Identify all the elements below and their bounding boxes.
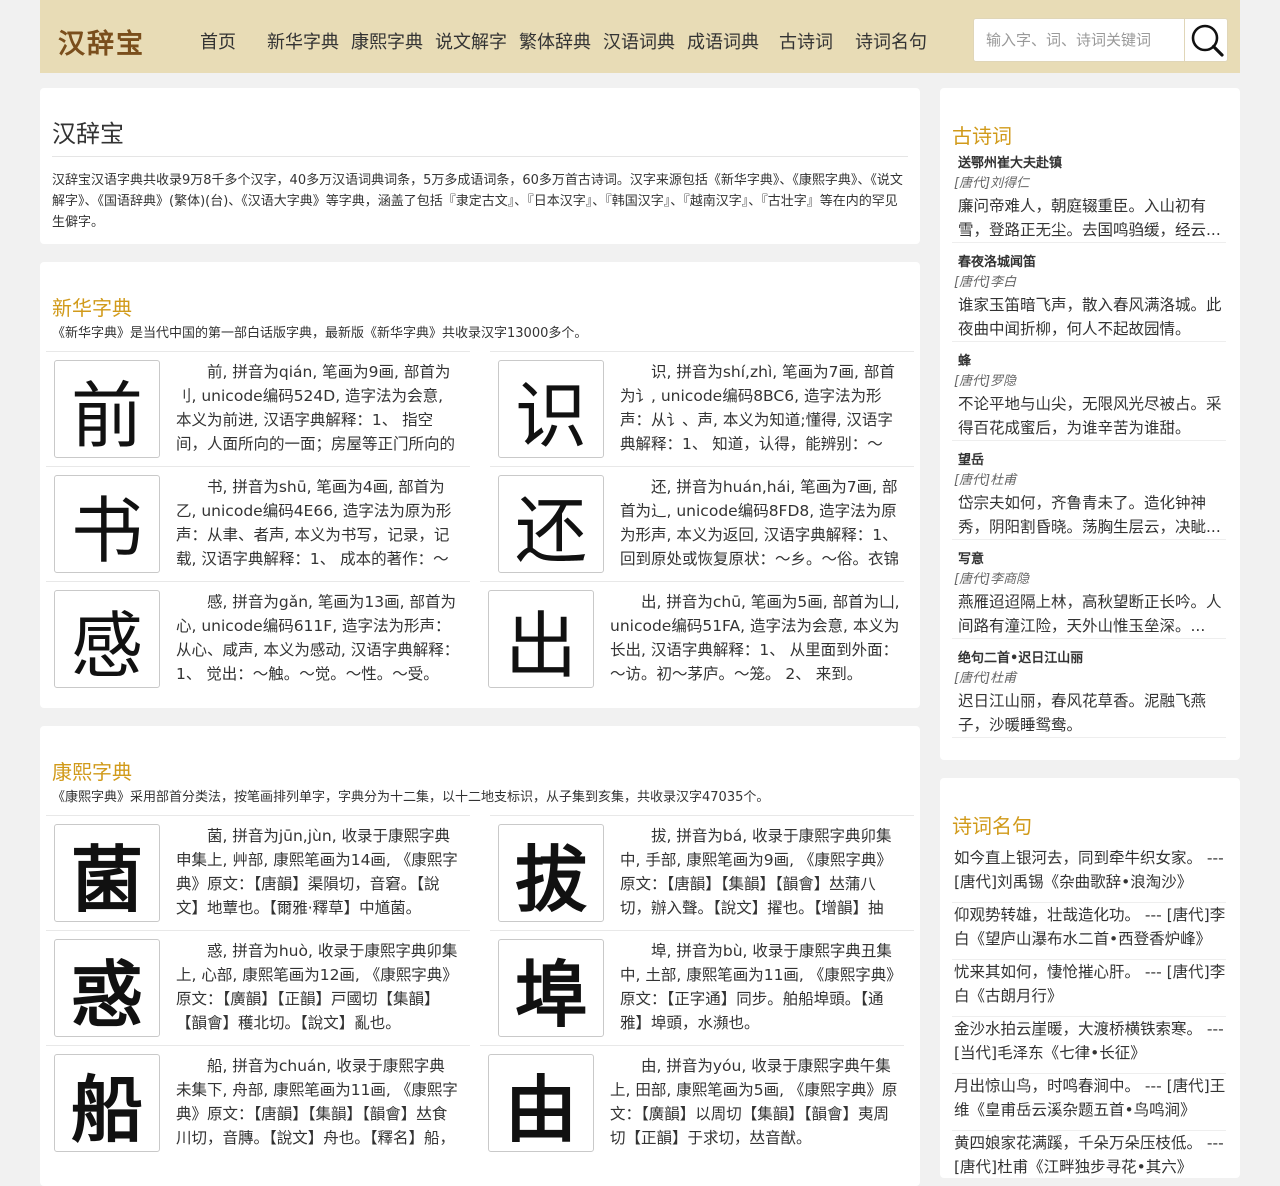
kangxi-desc: 《康熙字典》采用部首分类法，按笔画排列单字，字典分为十二集，以十二地支标识，从子… <box>52 790 770 805</box>
dict-item[interactable]: 拔 拔, 拼音为bá, 收录于康熙字典卯集中, 手部, 康熙笔画为9画, 《康熙… <box>490 815 914 930</box>
poem-author: [唐代]杜甫 <box>954 671 1017 686</box>
char-summary: 前, 拼音为qián, 笔画为9画, 部首为刂, unicode编码524D, … <box>176 363 456 453</box>
poem-text: 不论平地与山尖，无限风光尽被占。采得百花成蜜后，为谁辛苦为谁甜。 <box>958 395 1222 437</box>
site-logo[interactable]: 汉辞宝 <box>58 22 145 61</box>
poem-item[interactable]: 送鄂州崔大夫赴镇 [唐代]刘得仁 廉问帝难人，朝庭辍重臣。入山初有雪，登路正无尘… <box>952 154 1226 243</box>
poem-title[interactable]: 送鄂州崔大夫赴镇 <box>952 154 1226 174</box>
char-image[interactable]: 感 <box>54 590 160 688</box>
char-summary: 书, 拼音为shū, 笔画为4画, 部首为乙, unicode编码4E66, 造… <box>176 478 452 568</box>
nav-kangxi[interactable]: 康熙字典 <box>351 28 423 54</box>
top-navbar: 汉辞宝 首页 新华字典 康熙字典 说文解字 繁体辞典 汉语词典 成语词典 古诗词… <box>40 0 1240 73</box>
quote-item[interactable]: 仰观势转雄，壮哉造化功。 --- [唐代]李白《望庐山瀑布水二首•西登香炉峰》 <box>952 903 1226 960</box>
poem-text: 谁家玉笛暗飞声，散入春风满洛城。此夜曲中闻折柳，何人不起故园情。 <box>958 296 1222 338</box>
poem-author: [唐代]罗隐 <box>954 374 1017 389</box>
search-button[interactable] <box>1184 19 1228 61</box>
poems-card: 古诗词 送鄂州崔大夫赴镇 [唐代]刘得仁 廉问帝难人，朝庭辍重臣。入山初有雪，登… <box>940 88 1240 760</box>
nav-gushici[interactable]: 古诗词 <box>779 28 833 54</box>
kangxi-title[interactable]: 康熙字典 <box>52 756 132 785</box>
poem-title[interactable]: 绝句二首•迟日江山丽 <box>952 649 1226 669</box>
poems-title[interactable]: 古诗词 <box>952 120 1012 149</box>
char-summary: 惑, 拼音为huò, 收录于康熙字典卯集上, 心部, 康熙笔画为12画, 《康熙… <box>176 942 458 1032</box>
intro-title: 汉辞宝 <box>52 120 124 148</box>
kangxi-card: 康熙字典 《康熙字典》采用部首分类法，按笔画排列单字，字典分为十二集，以十二地支… <box>40 726 920 1186</box>
xinhua-card: 新华字典 《新华字典》是当代中国的第一部白话版字典，最新版《新华字典》共收录汉字… <box>40 262 920 708</box>
char-image[interactable]: 书 <box>54 475 160 573</box>
search-input[interactable] <box>974 19 1184 61</box>
poem-author: [唐代]李商隐 <box>954 572 1030 587</box>
char-summary: 埠, 拼音为bù, 收录于康熙字典丑集中, 土部, 康熙笔画为11画, 《康熙字… <box>620 942 902 1032</box>
quote-item[interactable]: 如今直上银河去，同到牵牛织女家。 --- [唐代]刘禹锡《杂曲歌辞•浪淘沙》 <box>952 846 1226 903</box>
quote-item[interactable]: 忧来其如何，悽怆摧心肝。 --- [唐代]李白《古朗月行》 <box>952 960 1226 1017</box>
char-summary: 由, 拼音为yóu, 收录于康熙字典午集上, 田部, 康熙笔画为5画, 《康熙字… <box>610 1057 898 1147</box>
divider <box>52 156 908 157</box>
dict-item[interactable]: 前 前, 拼音为qián, 笔画为9画, 部首为刂, unicode编码524D… <box>46 351 470 466</box>
poem-item[interactable]: 写意 [唐代]李商隐 燕雁迢迢隔上林，高秋望断正长吟。人间路有潼江险，天外山惟玉… <box>952 550 1226 639</box>
char-summary: 还, 拼音为huán,hái, 笔画为7画, 部首为辶, unicode编码8F… <box>620 478 900 568</box>
dict-item[interactable]: 还 还, 拼音为huán,hái, 笔画为7画, 部首为辶, unicode编码… <box>490 466 914 581</box>
nav-shuowen[interactable]: 说文解字 <box>435 28 507 54</box>
poem-text: 燕雁迢迢隔上林，高秋望断正长吟。人间路有潼江险，天外山惟玉垒深。... <box>958 593 1222 635</box>
char-image[interactable]: 惑 <box>54 939 160 1037</box>
dict-item[interactable]: 惑 惑, 拼音为huò, 收录于康熙字典卯集上, 心部, 康熙笔画为12画, 《… <box>46 930 470 1045</box>
nav-xinhua[interactable]: 新华字典 <box>267 28 339 54</box>
char-image[interactable]: 前 <box>54 360 160 458</box>
dict-item[interactable]: 出 出, 拼音为chū, 笔画为5画, 部首为凵, unicode编码51FA,… <box>480 581 904 696</box>
char-summary: 识, 拼音为shí,zhì, 笔画为7画, 部首为讠, unicode编码8BC… <box>620 363 895 453</box>
intro-card: 汉辞宝 汉辞宝汉语字典共收录9万8千多个汉字，40多万汉语词典词条，5万多成语词… <box>40 88 920 244</box>
char-image[interactable]: 埠 <box>498 939 604 1037</box>
char-image[interactable]: 船 <box>54 1054 160 1152</box>
xinhua-title[interactable]: 新华字典 <box>52 292 132 321</box>
poem-title[interactable]: 望岳 <box>952 451 1226 471</box>
char-summary: 菌, 拼音为jūn,jùn, 收录于康熙字典申集上, 艸部, 康熙笔画为14画,… <box>176 827 458 917</box>
poem-title[interactable]: 写意 <box>952 550 1226 570</box>
char-summary: 出, 拼音为chū, 笔画为5画, 部首为凵, unicode编码51FA, 造… <box>610 593 900 683</box>
char-summary: 感, 拼音为gǎn, 笔画为13画, 部首为心, unicode编码611F, … <box>176 593 460 683</box>
char-image[interactable]: 拔 <box>498 824 604 922</box>
poem-item[interactable]: 望岳 [唐代]杜甫 岱宗夫如何，齐鲁青未了。造化钟神秀，阴阳割昏晓。荡胸生层云，… <box>952 451 1226 540</box>
nav-fanti[interactable]: 繁体辞典 <box>519 28 591 54</box>
quote-item[interactable]: 金沙水拍云崖暖，大渡桥横铁索寒。 --- [当代]毛泽东《七律•长征》 <box>952 1017 1226 1074</box>
dict-item[interactable]: 船 船, 拼音为chuán, 收录于康熙字典未集下, 舟部, 康熙笔画为11画,… <box>46 1045 470 1160</box>
poem-text: 岱宗夫如何，齐鲁青未了。造化钟神秀，阴阳割昏晓。荡胸生层云，决眦... <box>958 494 1221 536</box>
poem-author: [唐代]刘得仁 <box>954 176 1030 191</box>
char-image[interactable]: 由 <box>488 1054 594 1152</box>
poem-text: 廉问帝难人，朝庭辍重臣。入山初有雪，登路正无尘。去国鸣驺缓，经云... <box>958 197 1221 239</box>
char-summary: 拔, 拼音为bá, 收录于康熙字典卯集中, 手部, 康熙笔画为9画, 《康熙字典… <box>620 827 892 917</box>
dict-item[interactable]: 书 书, 拼音为shū, 笔画为4画, 部首为乙, unicode编码4E66,… <box>46 466 470 581</box>
poem-text: 迟日江山丽，春风花草香。泥融飞燕子，沙暖睡鸳鸯。 <box>958 692 1207 734</box>
poem-item[interactable]: 蜂 [唐代]罗隐 不论平地与山尖，无限风光尽被占。采得百花成蜜后，为谁辛苦为谁甜… <box>952 352 1226 441</box>
dict-item[interactable]: 识 识, 拼音为shí,zhì, 笔画为7画, 部首为讠, unicode编码8… <box>490 351 914 466</box>
nav-home[interactable]: 首页 <box>200 28 236 54</box>
nav-chengyu[interactable]: 成语词典 <box>687 28 759 54</box>
poem-title[interactable]: 蜂 <box>952 352 1226 372</box>
quotes-card: 诗词名句 如今直上银河去，同到牵牛织女家。 --- [唐代]刘禹锡《杂曲歌辞•浪… <box>940 778 1240 1178</box>
poem-author: [唐代]杜甫 <box>954 473 1017 488</box>
poem-title[interactable]: 春夜洛城闻笛 <box>952 253 1226 273</box>
quote-item[interactable]: 月出惊山鸟，时鸣春涧中。 --- [唐代]王维《皇甫岳云溪杂题五首•鸟鸣涧》 <box>952 1074 1226 1131</box>
char-image[interactable]: 菌 <box>54 824 160 922</box>
char-image[interactable]: 识 <box>498 360 604 458</box>
xinhua-desc: 《新华字典》是当代中国的第一部白话版字典，最新版《新华字典》共收录汉字13000… <box>52 326 588 341</box>
char-image[interactable]: 出 <box>488 590 594 688</box>
intro-text: 汉辞宝汉语字典共收录9万8千多个汉字，40多万汉语词典词条，5万多成语词条，60… <box>52 173 903 230</box>
nav-hanyu-cidian[interactable]: 汉语词典 <box>603 28 675 54</box>
poem-item[interactable]: 春夜洛城闻笛 [唐代]李白 谁家玉笛暗飞声，散入春风满洛城。此夜曲中闻折柳，何人… <box>952 253 1226 342</box>
char-summary: 船, 拼音为chuán, 收录于康熙字典未集下, 舟部, 康熙笔画为11画, 《… <box>176 1057 458 1147</box>
dict-item[interactable]: 菌 菌, 拼音为jūn,jùn, 收录于康熙字典申集上, 艸部, 康熙笔画为14… <box>46 815 470 930</box>
poem-author: [唐代]李白 <box>954 275 1017 290</box>
quotes-title[interactable]: 诗词名句 <box>952 810 1032 839</box>
poem-item[interactable]: 绝句二首•迟日江山丽 [唐代]杜甫 迟日江山丽，春风花草香。泥融飞燕子，沙暖睡鸳… <box>952 649 1226 738</box>
dict-item[interactable]: 感 感, 拼音为gǎn, 笔画为13画, 部首为心, unicode编码611F… <box>46 581 470 696</box>
search-icon <box>1191 24 1224 57</box>
search-box <box>973 18 1228 62</box>
dict-item[interactable]: 埠 埠, 拼音为bù, 收录于康熙字典丑集中, 土部, 康熙笔画为11画, 《康… <box>490 930 914 1045</box>
quote-item[interactable]: 黄四娘家花满蹊，千朵万朵压枝低。 --- [唐代]杜甫《江畔独步寻花•其六》 <box>952 1131 1226 1178</box>
char-image[interactable]: 还 <box>498 475 604 573</box>
nav-shici-mingju[interactable]: 诗词名句 <box>855 28 927 54</box>
dict-item[interactable]: 由 由, 拼音为yóu, 收录于康熙字典午集上, 田部, 康熙笔画为5画, 《康… <box>480 1045 904 1160</box>
